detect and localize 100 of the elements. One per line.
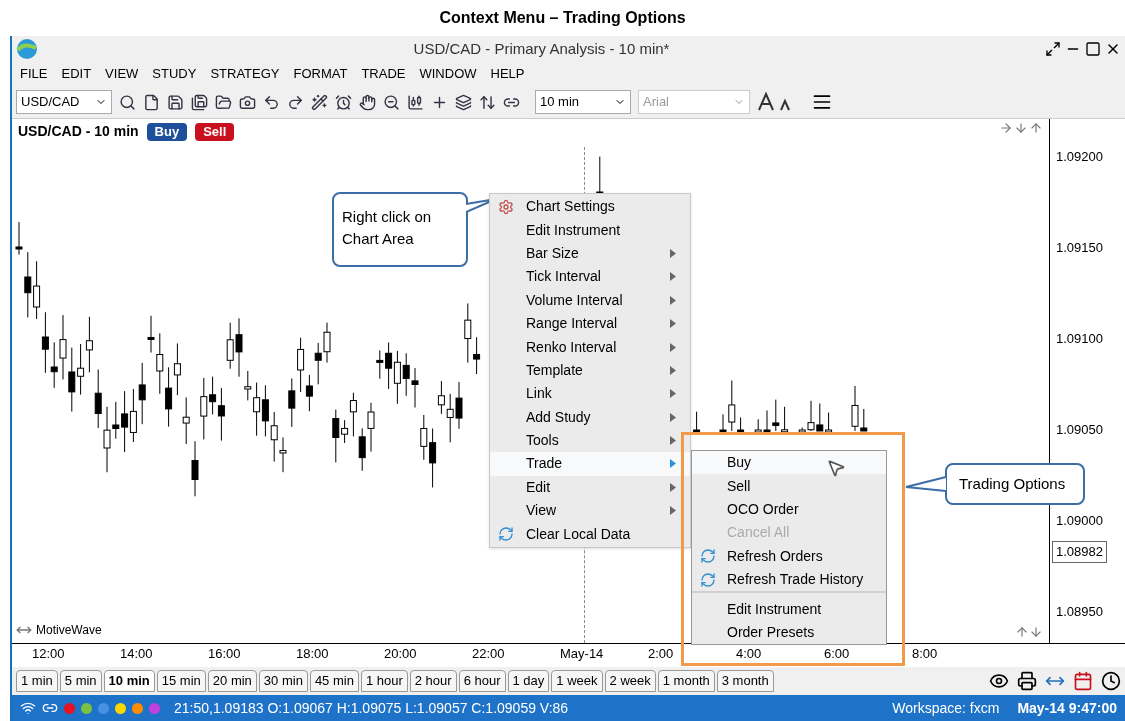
search-icon[interactable] — [119, 93, 136, 111]
caption: Context Menu – Trading Options — [438, 8, 687, 28]
arrow-right-icon[interactable] — [999, 121, 1013, 135]
refresh-icon — [700, 571, 716, 588]
window-title: USD/CAD - Primary Analysis - 10 min* — [412, 38, 671, 59]
arrow-down-icon[interactable] — [1014, 121, 1028, 135]
menu-item[interactable]: FILE — [20, 64, 48, 84]
bar-size-tab[interactable]: 15 min — [156, 670, 206, 692]
bar-size-dropdown[interactable]: 10 min — [535, 90, 631, 114]
bar-size-tab[interactable]: 5 min — [59, 670, 102, 692]
context-menu-item[interactable]: Add Study — [490, 405, 690, 429]
submenu-item[interactable]: Sell — [692, 474, 886, 498]
camera-icon[interactable] — [239, 93, 256, 111]
menu-item[interactable]: TRADE — [361, 64, 406, 84]
time-tick-label: 22:00 — [472, 645, 506, 663]
clock-icon[interactable] — [1101, 671, 1121, 691]
wand-icon[interactable] — [311, 93, 328, 111]
bar-size-tab[interactable]: 2 week — [604, 670, 656, 692]
undo-icon[interactable] — [263, 93, 280, 111]
settings-icon — [498, 198, 514, 215]
brand-label: MotiveWave — [36, 622, 102, 639]
submenu-item[interactable]: Refresh Trade History — [692, 567, 886, 592]
arrow-down-icon[interactable] — [1029, 625, 1043, 639]
price-tick-label: 1.09050 — [1055, 421, 1104, 437]
bar-size-tab[interactable]: 1 hour — [360, 670, 408, 692]
bar-size-tab[interactable]: 1 min — [16, 670, 58, 692]
calendar-icon[interactable] — [1073, 671, 1093, 691]
submenu-item[interactable]: Edit Instrument — [692, 597, 886, 621]
bar-size-tab[interactable]: 3 month — [716, 670, 774, 692]
printer-icon[interactable] — [1017, 671, 1037, 691]
fullscreen-icon[interactable] — [1045, 41, 1061, 57]
save-icon[interactable] — [167, 93, 184, 111]
context-menu-item[interactable]: Tools — [490, 428, 690, 453]
context-menu-item[interactable]: Edit Instrument — [490, 218, 690, 242]
submenu-item[interactable]: Refresh Orders — [692, 544, 886, 568]
context-menu-item[interactable]: View — [490, 499, 690, 523]
time-tick-label: 18:00 — [296, 645, 330, 663]
buy-button[interactable]: Buy — [146, 122, 188, 141]
bar-size-tab[interactable]: 20 min — [207, 670, 257, 692]
mouse-cursor-icon — [826, 458, 846, 478]
datetime-label: May-14 9:47:00 — [1017, 698, 1117, 718]
arrow-up-icon[interactable] — [1029, 121, 1043, 135]
redo-icon[interactable] — [287, 93, 304, 111]
context-menu-item[interactable]: Edit — [490, 475, 690, 500]
bar-size-tab[interactable]: 10 min — [103, 670, 155, 692]
time-tick-label: May-14 — [560, 645, 605, 663]
candlestick-icon[interactable] — [407, 93, 424, 111]
hand-icon[interactable] — [359, 93, 376, 111]
refresh-icon — [700, 548, 716, 565]
context-menu-item[interactable]: Bar Size — [490, 241, 690, 266]
menu-item[interactable]: STUDY — [152, 64, 197, 84]
save-all-icon[interactable] — [191, 93, 208, 111]
callout-pointer — [905, 474, 947, 494]
menu-item[interactable]: FORMAT — [293, 64, 348, 84]
submenu-item[interactable]: Buy — [692, 451, 886, 475]
arrow-up-icon[interactable] — [1015, 625, 1029, 639]
context-menu-item[interactable]: Tick Interval — [490, 265, 690, 289]
menu-item[interactable]: STRATEGY — [210, 64, 280, 84]
menu-item[interactable]: EDIT — [61, 64, 92, 84]
folder-icon[interactable] — [215, 93, 232, 111]
alarm-clock-icon[interactable] — [335, 93, 352, 111]
time-tick-label: 4:00 — [736, 645, 763, 663]
price-tick-label: 1.09150 — [1055, 239, 1104, 255]
context-menu-item[interactable]: Trade — [490, 452, 690, 476]
context-menu-item[interactable]: Renko Interval — [490, 335, 690, 359]
submenu-item[interactable]: OCO Order — [692, 497, 886, 522]
time-tick-label: 2:00 — [648, 645, 675, 663]
bar-size-tab[interactable]: 1 day — [507, 670, 550, 692]
time-tick-label: 14:00 — [120, 645, 154, 663]
chart-title: USD/CAD - 10 min — [18, 122, 139, 141]
maximize-icon[interactable] — [1085, 41, 1101, 57]
bar-size-tab[interactable]: 1 week — [551, 670, 603, 692]
layers-icon[interactable] — [455, 93, 472, 111]
context-menu-item[interactable]: Template — [490, 358, 690, 383]
time-tick-label: 20:00 — [384, 645, 418, 663]
workspace-label: Workspace: fxcm — [892, 698, 1000, 718]
context-menu-item[interactable]: Link — [490, 382, 690, 406]
bar-size-tab[interactable]: 6 hour — [458, 670, 506, 692]
signal-icon — [20, 700, 36, 716]
submenu-item[interactable]: Order Presets — [692, 620, 886, 645]
new-file-icon[interactable] — [143, 93, 160, 111]
bar-size-tab[interactable]: 45 min — [309, 670, 359, 692]
time-tick-label: 12:00 — [32, 645, 66, 663]
symbol-dropdown[interactable]: USD/CAD — [16, 90, 112, 114]
zoom-out-icon[interactable] — [383, 93, 400, 111]
callout: Trading Options — [945, 463, 1085, 505]
context-menu-item[interactable]: Volume Interval — [490, 288, 690, 312]
bar-size-tab[interactable]: 2 hour — [409, 670, 457, 692]
bar-size-tab[interactable]: 1 month — [657, 670, 715, 692]
context-menu-item[interactable]: Range Interval — [490, 311, 690, 336]
menu-item[interactable]: HELP — [490, 64, 525, 84]
eye-icon[interactable] — [989, 671, 1009, 691]
menu-item[interactable]: WINDOW — [419, 64, 477, 84]
sell-button[interactable]: Sell — [195, 122, 235, 141]
menu-item[interactable]: VIEW — [105, 64, 139, 84]
context-menu-item[interactable]: Clear Local Data — [490, 522, 690, 546]
menu-icon[interactable] — [812, 92, 832, 112]
bar-size-tab[interactable]: 30 min — [258, 670, 308, 692]
context-menu-item[interactable]: Chart Settings — [490, 195, 690, 219]
vertical-arrows-icon[interactable] — [479, 93, 496, 111]
